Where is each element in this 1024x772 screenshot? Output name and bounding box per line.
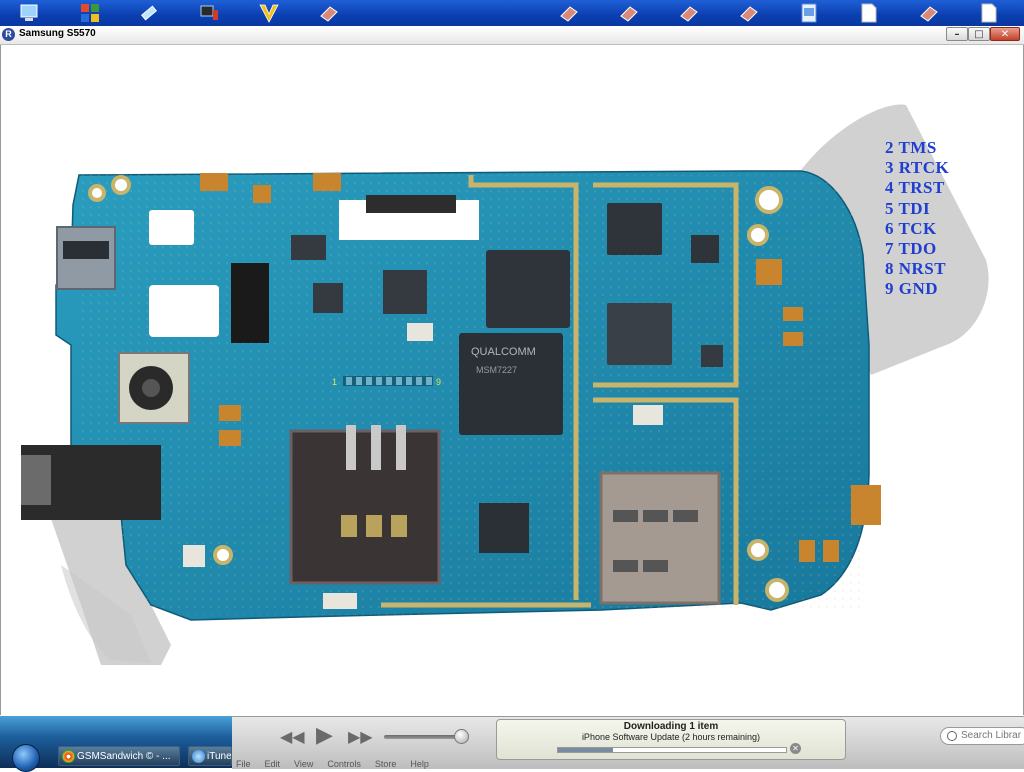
volume-knob[interactable] (454, 729, 469, 744)
pin-label: 3 RTCK (885, 158, 950, 178)
eraser-icon[interactable] (918, 2, 940, 24)
chip-model-label: MSM7227 (476, 365, 517, 375)
close-button[interactable]: ✕ (990, 27, 1020, 41)
download-detail: iPhone Software Update (2 hours remainin… (581, 732, 761, 742)
volume-slider[interactable] (384, 735, 462, 739)
itunes-window: ◀◀ ▶ ▶▶ Downloading 1 item iPhone Softwa… (232, 716, 1024, 769)
play-button[interactable]: ▶ (316, 723, 333, 748)
cancel-download-button[interactable]: ✕ (790, 743, 801, 754)
taskbar-item-gsmsandwich[interactable]: GSMSandwich © - ... (58, 746, 180, 766)
jtag-pin-list: 2 TMS 3 RTCK 4 TRST 5 TDI 6 TCK 7 TDO 8 NRST 9 … (885, 138, 949, 300)
page-icon[interactable] (978, 2, 1000, 24)
computer-icon[interactable] (18, 2, 40, 24)
page-icon[interactable] (858, 2, 880, 24)
pin-label: 2 TMS (885, 138, 937, 157)
eraser-icon[interactable] (618, 2, 640, 24)
pin-label: 9 GND (885, 279, 939, 299)
next-track-button[interactable]: ▶▶ (348, 727, 373, 746)
pin-label: 5 TDI (885, 198, 931, 218)
pin-start-label: 1 (332, 377, 337, 387)
itunes-icon (192, 750, 205, 763)
previous-track-button[interactable]: ◀◀ (280, 727, 305, 746)
jtag-testpoints (343, 376, 433, 386)
minimize-button[interactable]: – (946, 27, 968, 41)
image-viewport: QUALCOMM MSM7227 1 9 2 TMS 3 RTCK 4 TRST… (0, 45, 1024, 715)
search-icon (947, 731, 957, 741)
eraser-icon[interactable] (558, 2, 580, 24)
eraser-icon[interactable] (318, 2, 340, 24)
taskbar-item-itunes[interactable]: iTune (188, 746, 232, 766)
document-icon[interactable] (798, 2, 820, 24)
v-icon[interactable] (258, 2, 280, 24)
maximize-button[interactable]: □ (968, 27, 990, 41)
chip-brand-label: QUALCOMM (471, 346, 536, 358)
network-icon[interactable] (198, 2, 220, 24)
taskbar: GSMSandwich © - ... iTune (0, 716, 232, 772)
download-progress (557, 747, 787, 753)
status-display: Downloading 1 item iPhone Software Updat… (496, 719, 846, 760)
quicklaunch-bar (0, 0, 1024, 26)
pin-end-label: 9 (436, 377, 441, 387)
app-logo-icon: R (2, 28, 15, 41)
pin-label: 7 TDO (885, 239, 937, 259)
pin-label: 4 TRST (885, 178, 945, 198)
download-title: Downloading 1 item (623, 721, 719, 732)
office-icon[interactable] (79, 2, 101, 24)
eraser-icon[interactable] (678, 2, 700, 24)
pin-label: 6 TCK (885, 218, 937, 238)
download-progress-fill (558, 748, 613, 752)
taskbar-item-label: GSMSandwich © - ... (77, 751, 171, 762)
taskbar-item-label: iTune (207, 751, 232, 762)
window-titlebar: R Samsung S5570 – □ ✕ (0, 26, 1024, 45)
pin-label: 8 NRST (885, 259, 947, 279)
window-title: Samsung S5570 (19, 28, 96, 39)
chrome-icon (62, 750, 75, 763)
circuit-board-image: QUALCOMM MSM7227 1 9 (21, 104, 989, 665)
tool-icon[interactable] (138, 2, 160, 24)
eraser-icon[interactable] (738, 2, 760, 24)
